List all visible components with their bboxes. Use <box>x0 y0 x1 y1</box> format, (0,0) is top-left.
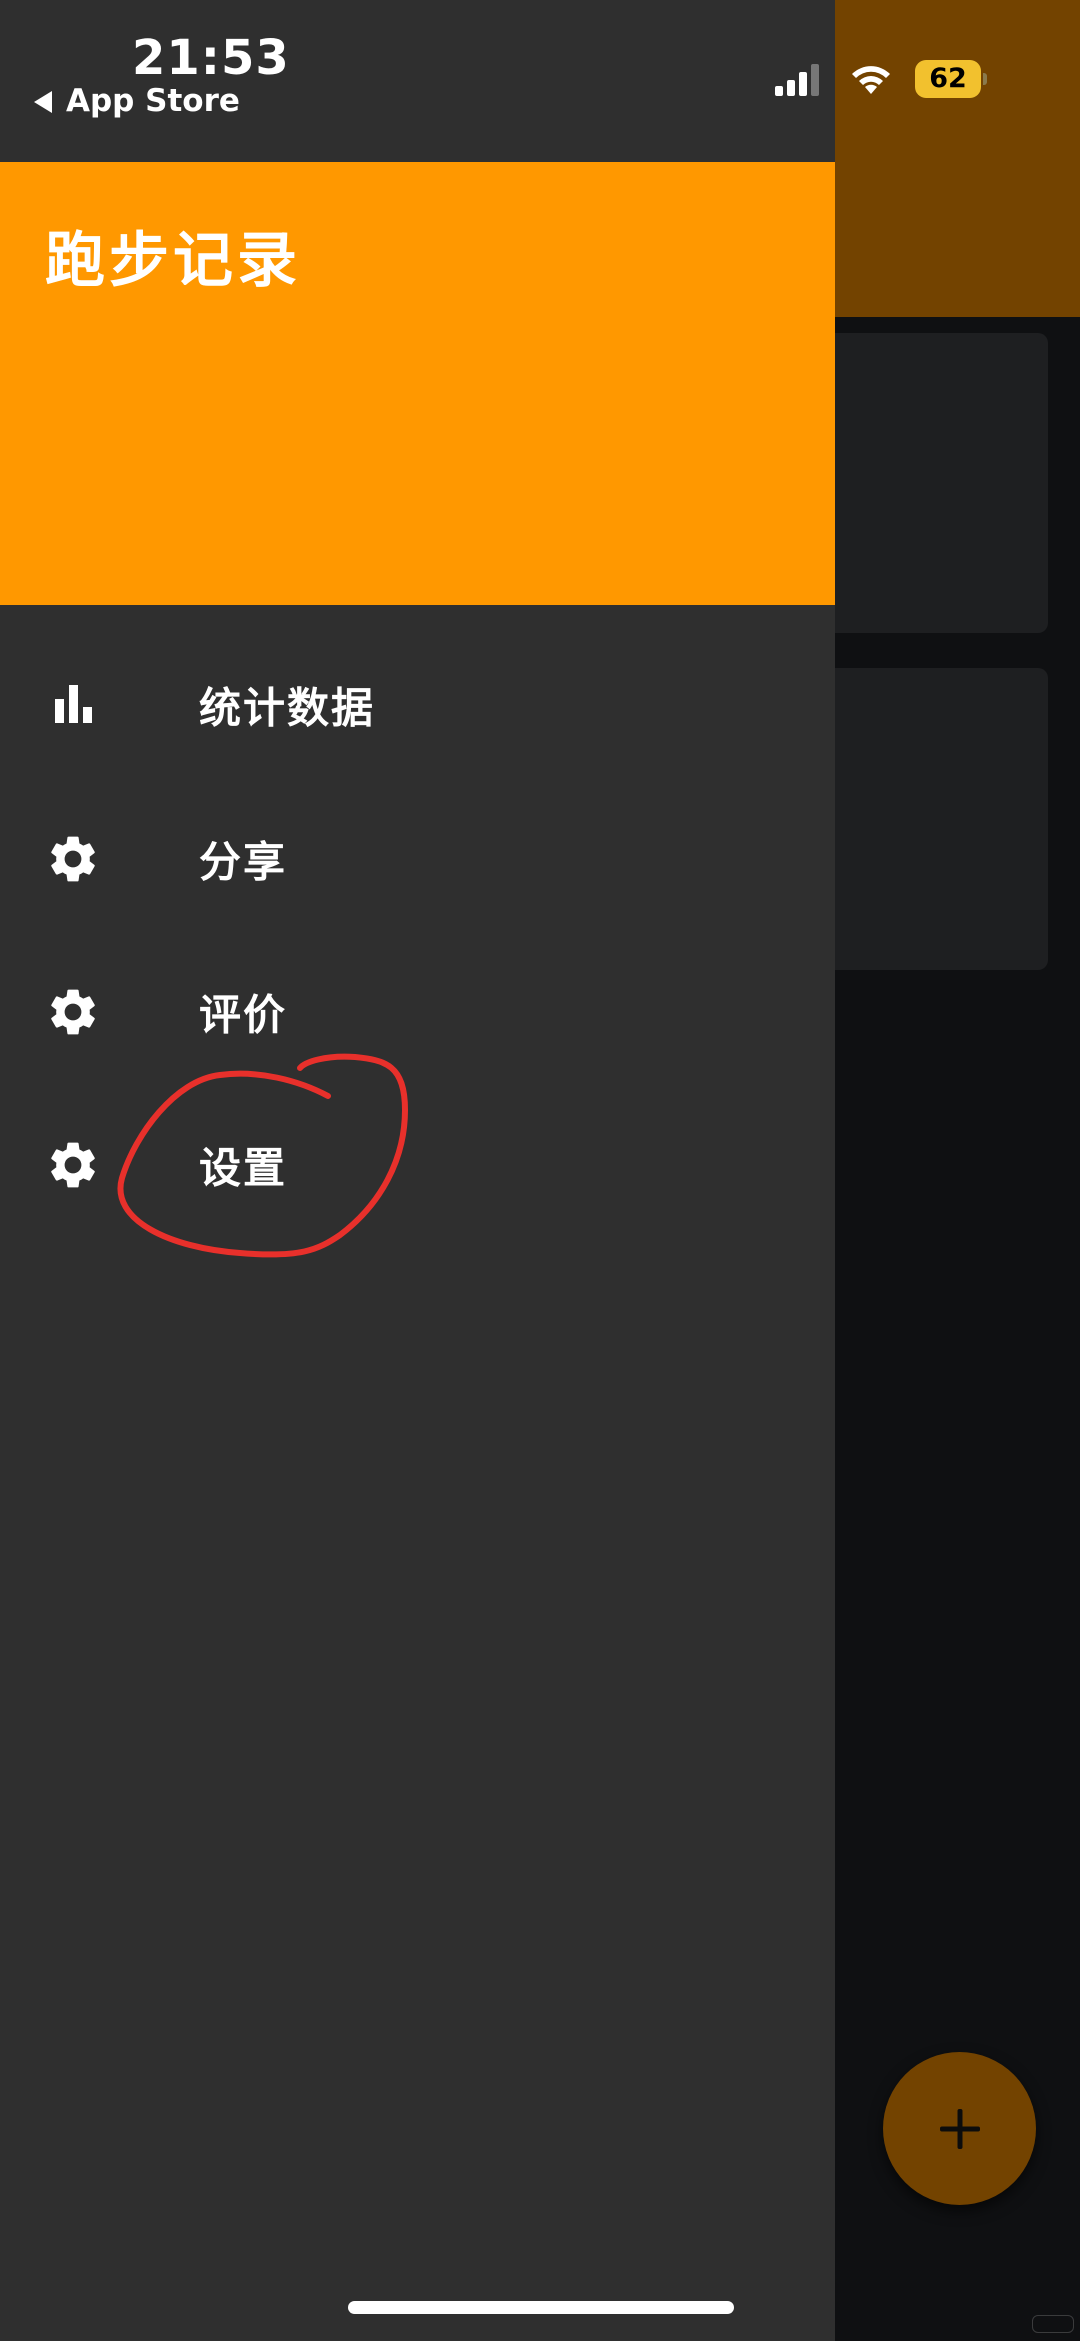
menu-item-label: 设置 <box>199 1143 288 1193</box>
menu-item-share[interactable]: 分享 <box>0 784 835 934</box>
battery-indicator: 62 <box>915 60 987 98</box>
home-indicator[interactable] <box>348 2301 734 2314</box>
watermark <box>1032 2315 1074 2333</box>
menu-item-label: 评价 <box>199 990 288 1040</box>
background-run-card <box>820 668 1048 970</box>
drawer-title: 跑步记录 <box>45 226 301 296</box>
battery-cap <box>983 73 987 85</box>
wifi-icon <box>852 66 890 94</box>
back-triangle-icon <box>34 91 52 113</box>
status-time: 21:53 <box>132 30 290 86</box>
plus-icon <box>883 2052 1036 2205</box>
menu-item-label: 统计数据 <box>199 683 376 733</box>
bar-chart-icon <box>55 685 92 723</box>
cellular-signal-icon <box>775 64 819 96</box>
add-run-button[interactable] <box>883 2052 1036 2205</box>
gear-icon <box>51 989 95 1035</box>
background-run-card <box>820 333 1048 633</box>
battery-level: 62 <box>929 63 967 94</box>
drawer-header: 跑步记录 <box>0 162 835 605</box>
menu-item-rate[interactable]: 评价 <box>0 937 835 1087</box>
drawer-status-area <box>0 0 835 162</box>
gear-icon <box>51 1142 95 1188</box>
navigation-drawer: 跑步记录 统计数据 分享 评价 设置 <box>0 0 835 2341</box>
back-link-label: App Store <box>66 83 240 119</box>
menu-item-label: 分享 <box>199 837 288 887</box>
gear-icon <box>51 836 95 882</box>
menu-item-statistics[interactable]: 统计数据 <box>0 630 835 780</box>
menu-item-settings[interactable]: 设置 <box>0 1090 835 1240</box>
